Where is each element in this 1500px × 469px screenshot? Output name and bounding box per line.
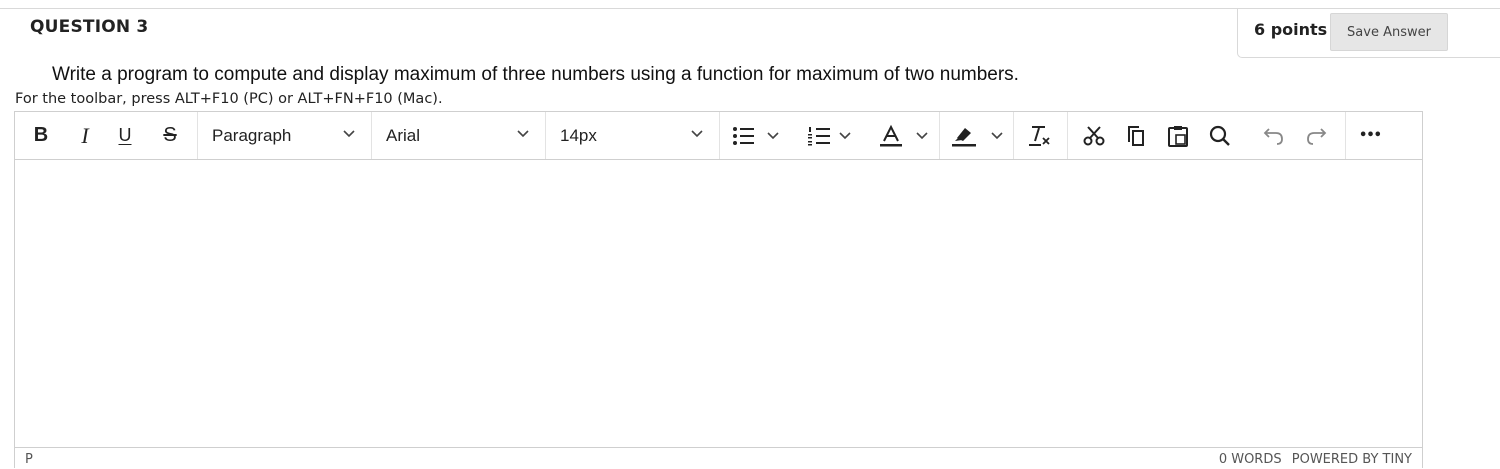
- underline-icon: U: [118, 125, 132, 145]
- clear-format-icon: [1029, 125, 1050, 146]
- clear-format-button[interactable]: [1027, 112, 1053, 159]
- points-label: 6 points: [1254, 20, 1328, 39]
- highlight-icon: [952, 127, 1003, 146]
- element-path[interactable]: P: [25, 452, 33, 467]
- chevron-down-icon: [517, 130, 529, 138]
- question-text: Write a program to compute and display m…: [52, 64, 1019, 85]
- bullet-list-button[interactable]: [731, 112, 787, 159]
- italic-button[interactable]: I: [73, 112, 97, 159]
- block-format-select[interactable]: Paragraph: [198, 112, 370, 159]
- redo-button[interactable]: [1303, 112, 1329, 159]
- paste-button[interactable]: [1165, 112, 1191, 159]
- save-answer-button[interactable]: Save Answer: [1330, 13, 1448, 51]
- undo-button[interactable]: [1261, 112, 1287, 159]
- font-family-select[interactable]: Arial: [372, 112, 544, 159]
- more-button[interactable]: •••: [1355, 112, 1385, 159]
- editor-statusbar: P 0 WORDS POWERED BY TINY: [15, 447, 1422, 469]
- toolbar-separator: [1345, 112, 1346, 159]
- highlight-button[interactable]: [951, 112, 1011, 159]
- toolbar-separator: [1013, 112, 1014, 159]
- bold-button[interactable]: B: [29, 112, 53, 159]
- status-right: 0 WORDS POWERED BY TINY: [1213, 452, 1412, 467]
- points-panel: 6 points Save Answer: [1237, 8, 1500, 58]
- copy-button[interactable]: [1123, 112, 1149, 159]
- font-size-select[interactable]: 14px: [546, 112, 718, 159]
- chevron-down-icon: [691, 130, 703, 138]
- italic-icon: I: [81, 122, 89, 148]
- find-icon: [1209, 125, 1230, 146]
- editor-toolbar: B I U S Paragraph Arial 14px •••: [15, 112, 1422, 160]
- underline-button[interactable]: U: [113, 112, 137, 159]
- find-replace-button[interactable]: [1207, 112, 1233, 159]
- block-format-value: Paragraph: [212, 126, 292, 145]
- numbered-list-button[interactable]: [807, 112, 863, 159]
- strikethrough-button[interactable]: S: [157, 112, 183, 159]
- cut-button[interactable]: [1081, 112, 1107, 159]
- more-icon: •••: [1359, 128, 1382, 143]
- chevron-down-icon: [343, 130, 355, 138]
- toolbar-separator: [939, 112, 940, 159]
- strikethrough-icon: S: [163, 124, 177, 146]
- text-color-button[interactable]: [879, 112, 935, 159]
- powered-by-link[interactable]: POWERED BY TINY: [1292, 452, 1412, 467]
- word-count[interactable]: 0 WORDS: [1219, 452, 1282, 467]
- editor-content-area[interactable]: [15, 160, 1422, 447]
- cut-icon: [1083, 125, 1105, 145]
- text-color-icon: [880, 124, 928, 146]
- redo-icon: [1307, 127, 1327, 145]
- rich-text-editor: B I U S Paragraph Arial 14px ••• P 0 WOR…: [14, 111, 1423, 468]
- font-size-value: 14px: [560, 126, 597, 145]
- font-family-value: Arial: [386, 126, 421, 145]
- bold-icon: B: [33, 124, 49, 146]
- numbered-list-icon: [808, 126, 851, 145]
- toolbar-separator: [1067, 112, 1068, 159]
- copy-icon: [1128, 125, 1144, 146]
- toolbar-separator: [719, 112, 720, 159]
- undo-icon: [1263, 127, 1283, 145]
- paste-icon: [1168, 125, 1188, 147]
- toolbar-hint: For the toolbar, press ALT+F10 (PC) or A…: [15, 91, 443, 107]
- question-title: QUESTION 3: [30, 17, 149, 37]
- bullet-list-icon: [733, 126, 779, 145]
